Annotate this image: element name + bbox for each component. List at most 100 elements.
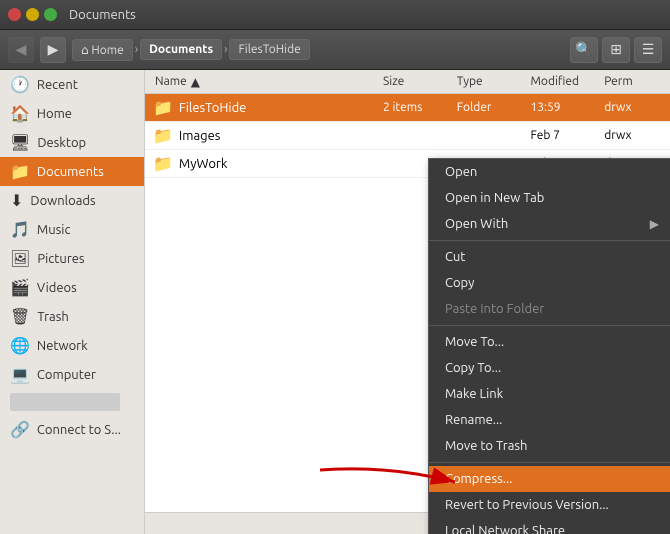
menu-button[interactable]: ☰ (634, 37, 662, 63)
view-toggle-button[interactable]: ⊞ (602, 37, 630, 63)
minimize-button[interactable] (26, 8, 39, 21)
cm-label: Open With (445, 217, 508, 231)
cm-label: Open in New Tab (445, 191, 544, 205)
sidebar-item-trash[interactable]: 🗑 Trash (0, 302, 144, 331)
sidebar-label-connect: Connect to S... (37, 423, 121, 437)
breadcrumb: ⌂ Home › Documents › FilesToHide (72, 39, 564, 61)
search-button[interactable]: 🔍 (570, 37, 598, 63)
breadcrumb-home[interactable]: ⌂ Home (72, 39, 133, 61)
sidebar-item-downloads[interactable]: ⬇ Downloads (0, 186, 144, 215)
cm-label: Copy (445, 276, 474, 290)
cm-label: Rename... (445, 413, 502, 427)
column-modified[interactable]: Modified (523, 75, 597, 88)
cm-rename[interactable]: Rename... (429, 407, 670, 433)
close-button[interactable] (8, 8, 21, 21)
cm-open-with[interactable]: Open With ▶ (429, 211, 670, 237)
table-row[interactable]: 📁 FilesToHide 2 items Folder 13:59 drwx (145, 94, 670, 122)
folder-icon: 📁 (153, 126, 173, 145)
cm-copy[interactable]: Copy (429, 270, 670, 296)
sidebar-label-computer: Computer (37, 368, 96, 382)
file-perm: drwx (596, 101, 670, 114)
file-name-filestohide: 📁 FilesToHide (145, 98, 375, 117)
cm-label: Revert to Previous Version... (445, 498, 609, 512)
file-name-mywork: 📁 MyWork (145, 154, 375, 173)
maximize-button[interactable] (44, 8, 57, 21)
sidebar-item-computer[interactable]: 💻 Computer (0, 360, 144, 389)
column-name[interactable]: Name ▲ (145, 75, 375, 89)
sidebar-item-home[interactable]: 🏠 Home (0, 99, 144, 128)
home-icon: 🏠 (10, 104, 30, 123)
sidebar-item-music[interactable]: 🎵 Music (0, 215, 144, 244)
cm-sep (429, 462, 670, 463)
cm-label: Move to Trash (445, 439, 527, 453)
cm-label: Local Network Share (445, 524, 565, 534)
cm-copy-to[interactable]: Copy To... (429, 355, 670, 381)
downloads-icon: ⬇ (10, 191, 23, 210)
toolbar-right: 🔍 ⊞ ☰ (570, 37, 662, 63)
forward-button[interactable]: ▶ (40, 37, 66, 63)
column-type[interactable]: Type (449, 75, 523, 88)
sidebar-item-videos[interactable]: 🎬 Videos (0, 273, 144, 302)
cm-label: Move To... (445, 335, 504, 349)
computer-icon: 💻 (10, 365, 30, 384)
column-perm[interactable]: Perm (596, 75, 670, 88)
sidebar-label-network: Network (37, 339, 88, 353)
file-size: 2 items (375, 101, 449, 114)
cm-local-network-share[interactable]: Local Network Share (429, 518, 670, 534)
cm-cut[interactable]: Cut (429, 244, 670, 270)
title-bar: Documents (0, 0, 670, 30)
cm-paste-into-folder[interactable]: Paste Into Folder (429, 296, 670, 322)
sidebar-item-connect[interactable]: 🔗 Connect to S... (0, 415, 144, 444)
column-size[interactable]: Size (375, 75, 449, 88)
file-modified: Feb 7 (523, 129, 597, 142)
cm-open[interactable]: Open (429, 159, 670, 185)
cm-move-to-trash[interactable]: Move to Trash (429, 433, 670, 459)
breadcrumb-documents[interactable]: Documents (140, 39, 222, 60)
file-list-header: Name ▲ Size Type Modified Perm (145, 70, 670, 94)
cm-revert[interactable]: Revert to Previous Version... (429, 492, 670, 518)
network-icon: 🌐 (10, 336, 30, 355)
toolbar: ◀ ▶ ⌂ Home › Documents › FilesToHide 🔍 ⊞… (0, 30, 670, 70)
cm-label: Compress... (445, 472, 512, 486)
sidebar-label-desktop: Desktop (37, 136, 86, 150)
documents-icon: 📁 (10, 162, 30, 181)
sidebar-item-documents[interactable]: 📁 Documents (0, 157, 144, 186)
trash-icon: 🗑 (10, 307, 30, 326)
sidebar-label-documents: Documents (37, 165, 104, 179)
sidebar-label-music: Music (37, 223, 71, 237)
folder-icon: 📁 (153, 154, 173, 173)
context-menu: Open Open in New Tab Open With ▶ Cut Cop… (428, 158, 670, 534)
sort-arrow: ▲ (191, 75, 200, 89)
cm-sep (429, 325, 670, 326)
sidebar-item-pictures[interactable]: 🖼 Pictures (0, 244, 144, 273)
sidebar-item-recent[interactable]: 🕐 Recent (0, 70, 144, 99)
sidebar-item-desktop[interactable]: 🖥 Desktop (0, 128, 144, 157)
cm-move-to[interactable]: Move To... (429, 329, 670, 355)
breadcrumb-sep1: › (135, 43, 138, 56)
main-area: 🕐 Recent 🏠 Home 🖥 Desktop 📁 Documents ⬇ … (0, 70, 670, 534)
sidebar-item-network[interactable]: 🌐 Network (0, 331, 144, 360)
sidebar-label-home: Home (37, 107, 72, 121)
back-button[interactable]: ◀ (8, 37, 34, 63)
sidebar-label-recent: Recent (37, 78, 78, 92)
breadcrumb-filestohide[interactable]: FilesToHide (229, 39, 309, 60)
column-name-label: Name (155, 75, 187, 88)
cm-make-link[interactable]: Make Link (429, 381, 670, 407)
window-title: Documents (69, 8, 136, 22)
folder-icon: 📁 (153, 98, 173, 117)
cm-label: Copy To... (445, 361, 501, 375)
desktop-icon: 🖥 (10, 133, 30, 152)
cm-sep (429, 240, 670, 241)
file-label: Images (179, 129, 221, 143)
file-modified: 13:59 (523, 101, 597, 114)
cm-label: Paste Into Folder (445, 302, 544, 316)
file-area: Name ▲ Size Type Modified Perm 📁 FilesTo… (145, 70, 670, 534)
cm-open-new-tab[interactable]: Open in New Tab (429, 185, 670, 211)
cm-compress[interactable]: Compress... (429, 466, 670, 492)
breadcrumb-sep2: › (224, 43, 227, 56)
sidebar-label-pictures: Pictures (37, 252, 84, 266)
file-name-images: 📁 Images (145, 126, 375, 145)
sidebar-label-downloads: Downloads (30, 194, 95, 208)
table-row[interactable]: 📁 Images Feb 7 drwx (145, 122, 670, 150)
file-label: FilesToHide (179, 101, 246, 115)
